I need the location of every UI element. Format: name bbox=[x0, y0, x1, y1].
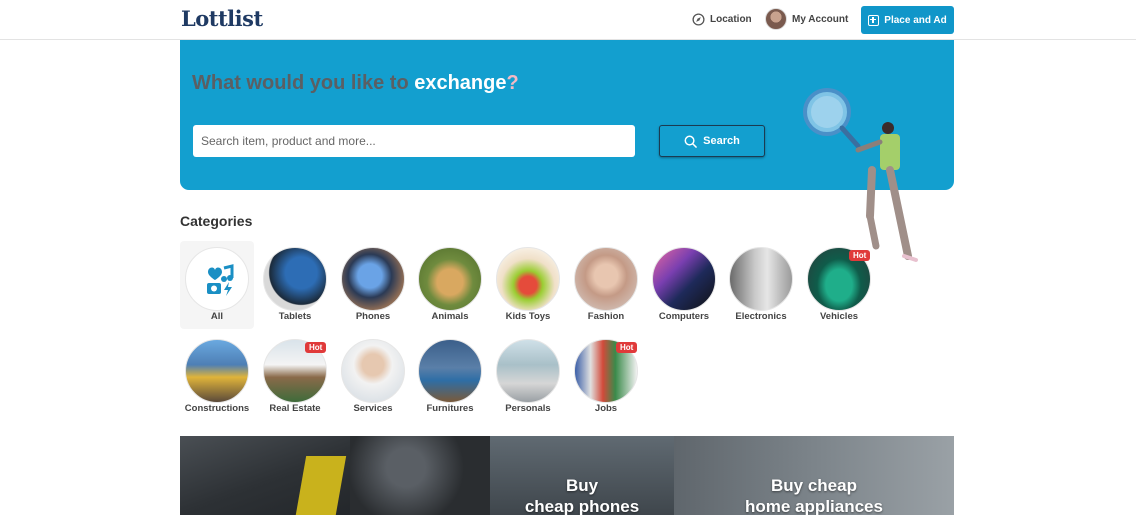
promo-banner-car[interactable] bbox=[180, 436, 490, 515]
person-magnifier-illustration bbox=[803, 88, 918, 262]
compass-icon bbox=[692, 13, 705, 26]
category-label: Real Estate bbox=[269, 403, 321, 414]
category-label: Constructions bbox=[184, 403, 250, 414]
category-animals[interactable]: Animals bbox=[413, 241, 487, 329]
site-logo[interactable]: Lottlist bbox=[181, 6, 263, 31]
category-all[interactable]: All bbox=[180, 241, 254, 329]
category-phones[interactable]: Phones bbox=[336, 241, 410, 329]
category-tablets[interactable]: Tablets bbox=[258, 241, 332, 329]
category-animals-image bbox=[418, 247, 482, 311]
category-services-image bbox=[341, 339, 405, 403]
category-label: Jobs bbox=[594, 403, 618, 414]
category-label: Kids Toys bbox=[505, 311, 551, 322]
plus-square-icon bbox=[868, 14, 880, 26]
category-label: Computers bbox=[658, 311, 710, 322]
categories-mix-icon bbox=[207, 264, 234, 296]
category-personals[interactable]: Personals bbox=[491, 333, 565, 421]
category-phones-image bbox=[341, 247, 405, 311]
my-account-link[interactable]: My Account bbox=[765, 8, 848, 30]
category-label: Fashion bbox=[587, 311, 625, 322]
categories-heading: Categories bbox=[180, 213, 253, 229]
category-label: Vehicles bbox=[819, 311, 859, 322]
banner-phones-line2: cheap phones bbox=[524, 497, 640, 515]
hot-badge: Hot bbox=[849, 250, 871, 261]
category-computers-image bbox=[652, 247, 716, 311]
banner-car-shape bbox=[350, 436, 490, 515]
hero-title-suffix: ? bbox=[506, 72, 519, 94]
hot-badge: Hot bbox=[616, 342, 638, 353]
category-constructions-image bbox=[185, 339, 249, 403]
category-tablets-image bbox=[263, 247, 327, 311]
search-icon bbox=[684, 135, 697, 148]
hero-title-prefix: What would you like to bbox=[192, 72, 415, 94]
category-all-image bbox=[185, 247, 249, 311]
banner-appliances-line1: Buy cheap bbox=[771, 476, 857, 495]
category-kids-toys-image bbox=[496, 247, 560, 311]
promo-banner-phones[interactable]: Buy cheap phones bbox=[490, 436, 674, 515]
banner-appliances-line2: home appliances bbox=[745, 497, 883, 515]
banner-stripe bbox=[293, 456, 347, 515]
category-kids-toys[interactable]: Kids Toys bbox=[491, 241, 565, 329]
category-label: Services bbox=[353, 403, 393, 414]
search-button-label: Search bbox=[703, 135, 740, 147]
category-label: Electronics bbox=[735, 311, 787, 322]
location-label: Location bbox=[710, 14, 752, 25]
category-fashion-image bbox=[574, 247, 638, 311]
hot-badge: Hot bbox=[305, 342, 327, 353]
category-services[interactable]: Services bbox=[336, 333, 410, 421]
place-ad-label: Place and Ad bbox=[884, 14, 947, 26]
category-electronics-image bbox=[729, 247, 793, 311]
banner-phones-line1: Buy bbox=[565, 476, 599, 495]
place-ad-button[interactable]: Place and Ad bbox=[861, 6, 954, 34]
account-label: My Account bbox=[792, 13, 849, 25]
category-electronics[interactable]: Electronics bbox=[724, 241, 798, 329]
search-button[interactable]: Search bbox=[659, 125, 765, 157]
promo-banner-appliances[interactable]: Buy cheap home appliances bbox=[674, 436, 954, 515]
category-vehicles[interactable]: Hot Vehicles bbox=[802, 241, 876, 329]
hero-title: What would you like to exchange? bbox=[192, 72, 519, 95]
category-furnitures-image bbox=[418, 339, 482, 403]
category-computers[interactable]: Computers bbox=[647, 241, 721, 329]
category-furnitures[interactable]: Furnitures bbox=[413, 333, 487, 421]
category-constructions[interactable]: Constructions bbox=[180, 333, 254, 421]
category-label: Furnitures bbox=[426, 403, 474, 414]
hero-title-highlight: exchange bbox=[414, 72, 507, 94]
search-input[interactable] bbox=[193, 125, 635, 157]
category-label: All bbox=[210, 311, 224, 322]
category-label: Tablets bbox=[278, 311, 312, 322]
category-label: Personals bbox=[505, 403, 551, 414]
avatar bbox=[765, 8, 787, 30]
category-label: Phones bbox=[355, 311, 391, 322]
category-jobs[interactable]: Hot Jobs bbox=[569, 333, 643, 421]
category-fashion[interactable]: Fashion bbox=[569, 241, 643, 329]
category-personals-image bbox=[496, 339, 560, 403]
location-link[interactable]: Location bbox=[692, 13, 752, 26]
top-header: Lottlist Location My Account Place and A… bbox=[0, 0, 1136, 40]
category-real-estate[interactable]: Hot Real Estate bbox=[258, 333, 332, 421]
category-label: Animals bbox=[431, 311, 469, 322]
